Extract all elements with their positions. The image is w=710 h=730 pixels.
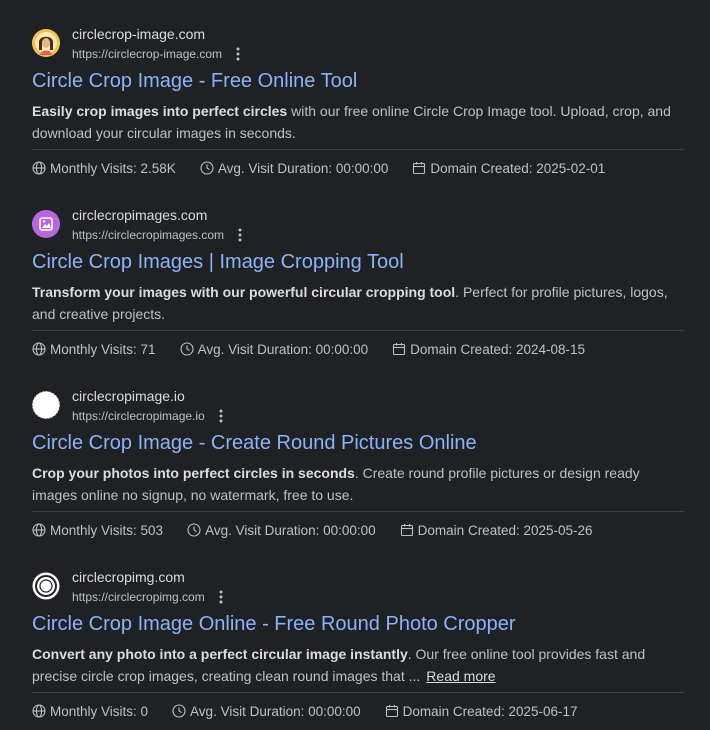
monthly-visits: Monthly Visits: 503 bbox=[50, 522, 164, 538]
domain-created: Domain Created: 2025-02-01 bbox=[430, 160, 606, 176]
read-more-link[interactable]: Read more bbox=[426, 668, 495, 684]
result-snippet: Crop your photos into perfect circles in… bbox=[32, 462, 684, 506]
search-results: circlecrop-image.com https://circlecrop-… bbox=[0, 0, 710, 730]
site-url[interactable]: https://circlecrop-image.com bbox=[72, 47, 222, 61]
result-snippet: Transform your images with our powerful … bbox=[32, 281, 684, 325]
result-snippet: Convert any photo into a perfect circula… bbox=[32, 643, 684, 687]
site-name[interactable]: circlecropimg.com bbox=[72, 569, 185, 585]
clock-icon bbox=[172, 704, 186, 718]
result-item: circlecrop-image.com https://circlecrop-… bbox=[32, 26, 684, 176]
site-url[interactable]: https://circlecropimg.com bbox=[72, 590, 205, 604]
site-name[interactable]: circlecropimage.io bbox=[72, 388, 185, 404]
avg-visit-duration: Avg. Visit Duration: 00:00:00 bbox=[190, 703, 361, 719]
result-item: circlecropimages.com https://circlecropi… bbox=[32, 207, 684, 357]
calendar-icon bbox=[412, 161, 426, 175]
snippet-bold: Convert any photo into a perfect circula… bbox=[32, 646, 408, 662]
result-item: circlecropimg.com https://circlecropimg.… bbox=[32, 569, 684, 719]
domain-created: Domain Created: 2024-08-15 bbox=[410, 341, 586, 357]
three-dots-vertical-icon[interactable] bbox=[215, 589, 227, 605]
three-dots-vertical-icon[interactable] bbox=[215, 408, 227, 424]
circle-logo-icon[interactable] bbox=[32, 572, 60, 600]
result-title-link[interactable]: Circle Crop Image Online - Free Round Ph… bbox=[32, 613, 516, 636]
divider bbox=[32, 692, 684, 693]
purple-crop-icon[interactable] bbox=[32, 210, 60, 238]
result-stats: Monthly Visits: 2.58K Avg. Visit Duratio… bbox=[32, 159, 629, 177]
white-circle-icon[interactable] bbox=[32, 391, 60, 419]
globe-icon bbox=[32, 523, 46, 537]
avg-visit-duration: Avg. Visit Duration: 00:00:00 bbox=[217, 160, 389, 176]
snippet-bold: Transform your images with our powerful … bbox=[32, 284, 456, 300]
three-dots-vertical-icon[interactable] bbox=[234, 227, 246, 243]
divider bbox=[32, 149, 684, 150]
avg-visit-duration: Avg. Visit Duration: 00:00:00 bbox=[205, 522, 376, 538]
site-url[interactable]: https://circlecropimage.io bbox=[72, 409, 205, 423]
result-title-link[interactable]: Circle Crop Images | Image Cropping Tool bbox=[32, 251, 404, 274]
site-name[interactable]: circlecropimages.com bbox=[72, 207, 207, 223]
divider bbox=[32, 511, 684, 512]
result-stats: Monthly Visits: 503 Avg. Visit Duration:… bbox=[32, 521, 617, 539]
site-url[interactable]: https://circlecropimages.com bbox=[72, 228, 224, 242]
clock-icon bbox=[200, 161, 214, 175]
divider bbox=[32, 330, 684, 331]
result-item: circlecropimage.io https://circlecropima… bbox=[32, 388, 684, 538]
woman-avatar-icon[interactable] bbox=[32, 29, 60, 57]
globe-icon bbox=[32, 161, 46, 175]
globe-icon bbox=[32, 704, 46, 718]
clock-icon bbox=[187, 523, 201, 537]
monthly-visits: Monthly Visits: 71 bbox=[50, 341, 156, 357]
result-stats: Monthly Visits: 0 Avg. Visit Duration: 0… bbox=[32, 702, 602, 720]
site-name[interactable]: circlecrop-image.com bbox=[72, 26, 205, 42]
result-stats: Monthly Visits: 71 Avg. Visit Duration: … bbox=[32, 340, 609, 358]
monthly-visits: Monthly Visits: 2.58K bbox=[50, 160, 176, 176]
three-dots-vertical-icon[interactable] bbox=[232, 46, 244, 62]
result-snippet: Easily crop images into perfect circles … bbox=[32, 100, 684, 144]
result-title-link[interactable]: Circle Crop Image - Free Online Tool bbox=[32, 70, 357, 93]
avg-visit-duration: Avg. Visit Duration: 00:00:00 bbox=[197, 341, 369, 357]
clock-icon bbox=[180, 342, 194, 356]
calendar-icon bbox=[392, 342, 406, 356]
globe-icon bbox=[32, 342, 46, 356]
domain-created: Domain Created: 2025-06-17 bbox=[402, 703, 578, 719]
snippet-bold: Easily crop images into perfect circles bbox=[32, 103, 288, 119]
calendar-icon bbox=[400, 523, 414, 537]
result-title-link[interactable]: Circle Crop Image - Create Round Picture… bbox=[32, 432, 477, 455]
monthly-visits: Monthly Visits: 0 bbox=[50, 703, 149, 719]
calendar-icon bbox=[385, 704, 399, 718]
snippet-bold: Crop your photos into perfect circles in… bbox=[32, 465, 355, 481]
domain-created: Domain Created: 2025-05-26 bbox=[417, 522, 593, 538]
